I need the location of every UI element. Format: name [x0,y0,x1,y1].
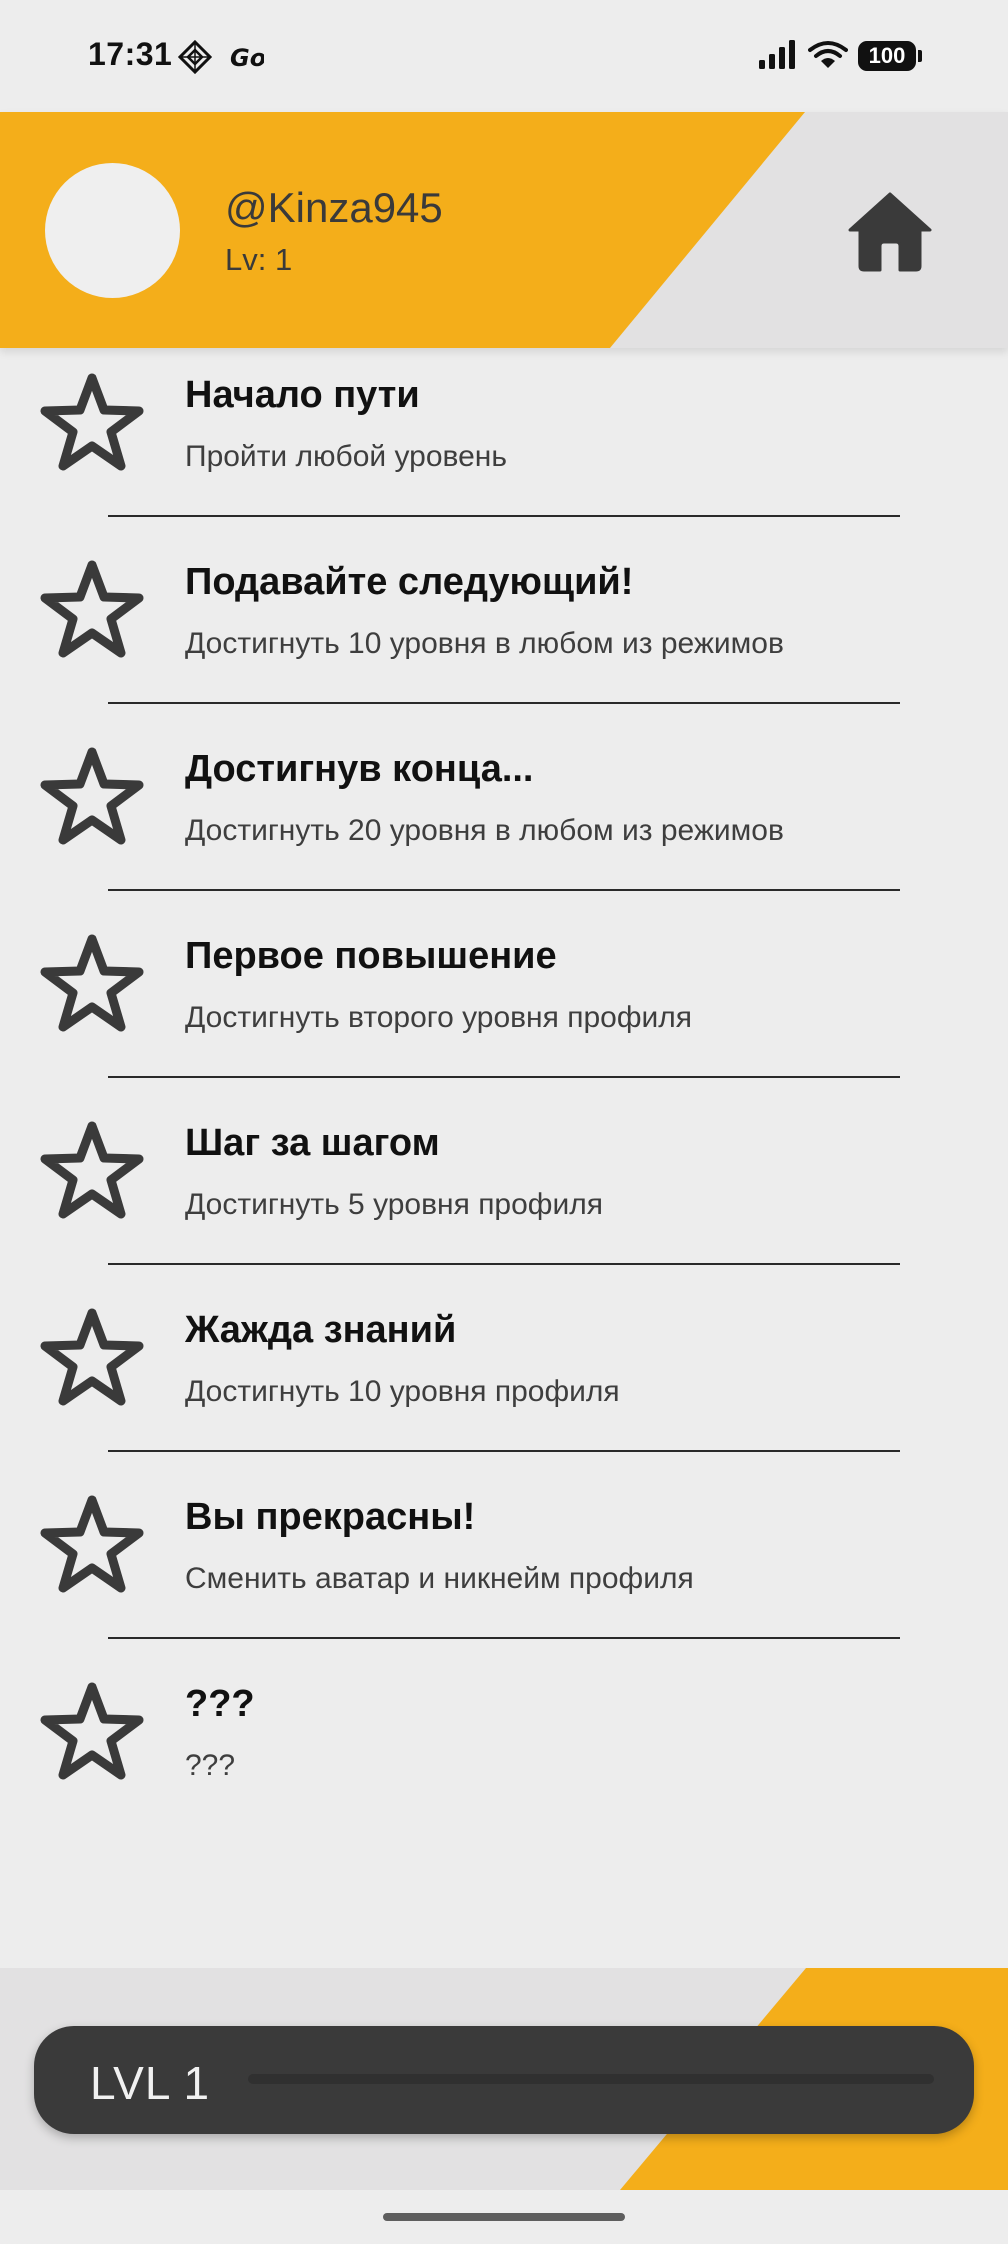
achievement-description: Сменить аватар и никнейм профиля [185,1562,694,1595]
bottom-panel: LVL 1 [0,1968,1008,2190]
notification-app-icon [178,40,212,74]
achievement-description: ??? [185,1749,236,1782]
star-outline-icon [40,1308,144,1406]
status-bar: 17:31 Go 100 [0,0,1008,112]
battery-level: 100 [868,43,906,68]
star-outline-icon [40,1682,144,1780]
divider [108,1263,900,1265]
achievement-item[interactable]: Первое повышение Достигнуть второго уровн… [0,911,1008,1098]
achievement-description: Достигнуть 10 уровня профиля [185,1375,620,1408]
divider [108,515,900,517]
star-outline-icon [40,373,144,471]
achievement-item[interactable]: Жажда знаний Достигнуть 10 уровня профиля [0,1285,1008,1472]
achievements-screen: 17:31 Go 100 @Kinza945 Lv: 1 Начало пути… [0,0,1008,2244]
achievement-item[interactable]: Вы прекрасны! Сменить аватар и никнейм пр… [0,1472,1008,1659]
achievement-item[interactable]: Начало пути Пройти любой уровень [0,350,1008,537]
profile-header: @Kinza945 Lv: 1 [0,112,1008,348]
achievement-description: Достигнуть 5 уровня профиля [185,1188,603,1221]
achievement-title: Подавайте следующий! [185,561,634,603]
xp-track [248,2074,934,2084]
signal-icon [759,40,795,69]
divider [108,1637,900,1639]
go-app-icon: Go [230,44,264,72]
achievement-description: Достигнуть 20 уровня в любом из режимов [185,814,784,847]
achievement-item[interactable]: Шаг за шагом Достигнуть 5 уровня профиля [0,1098,1008,1285]
achievement-title: Жажда знаний [185,1309,457,1351]
achievement-description: Достигнуть второго уровня профиля [185,1001,693,1034]
achievement-title: ??? [185,1683,255,1725]
achievement-description: Достигнуть 10 уровня в любом из режимов [185,627,784,660]
home-icon[interactable] [848,190,932,272]
star-outline-icon [40,1121,144,1219]
star-outline-icon [40,1495,144,1593]
achievement-item[interactable]: ?????? [0,1659,1008,1846]
achievement-item[interactable]: Подавайте следующий! Достигнуть 10 уровня… [0,537,1008,724]
home-indicator[interactable] [383,2213,625,2221]
divider [108,1450,900,1452]
avatar[interactable] [45,163,180,298]
star-outline-icon [40,560,144,658]
achievement-title: Первое повышение [185,935,557,977]
achievement-title: Вы прекрасны! [185,1496,476,1538]
divider [108,702,900,704]
battery-icon: 100 [858,41,916,71]
achievement-title: Начало пути [185,374,420,416]
achievement-item[interactable]: Достигнув конца... Достигнуть 20 уровня в… [0,724,1008,911]
divider [108,889,900,891]
gesture-nav-area [0,2190,1008,2244]
battery-tip [918,50,922,62]
username: @Kinza945 [225,184,443,231]
achievement-title: Шаг за шагом [185,1122,440,1164]
achievement-title: Достигнув конца... [185,748,534,790]
star-outline-icon [40,934,144,1032]
star-outline-icon [40,747,144,845]
divider [108,1076,900,1078]
profile-level: Lv: 1 [225,242,293,277]
achievement-description: Пройти любой уровень [185,440,508,473]
wifi-icon [808,41,848,68]
svg-text:Go: Go [230,44,264,72]
level-progress-bar: LVL 1 [34,2026,974,2134]
status-time: 17:31 [88,36,173,72]
level-bar-label: LVL 1 [90,2057,211,2109]
